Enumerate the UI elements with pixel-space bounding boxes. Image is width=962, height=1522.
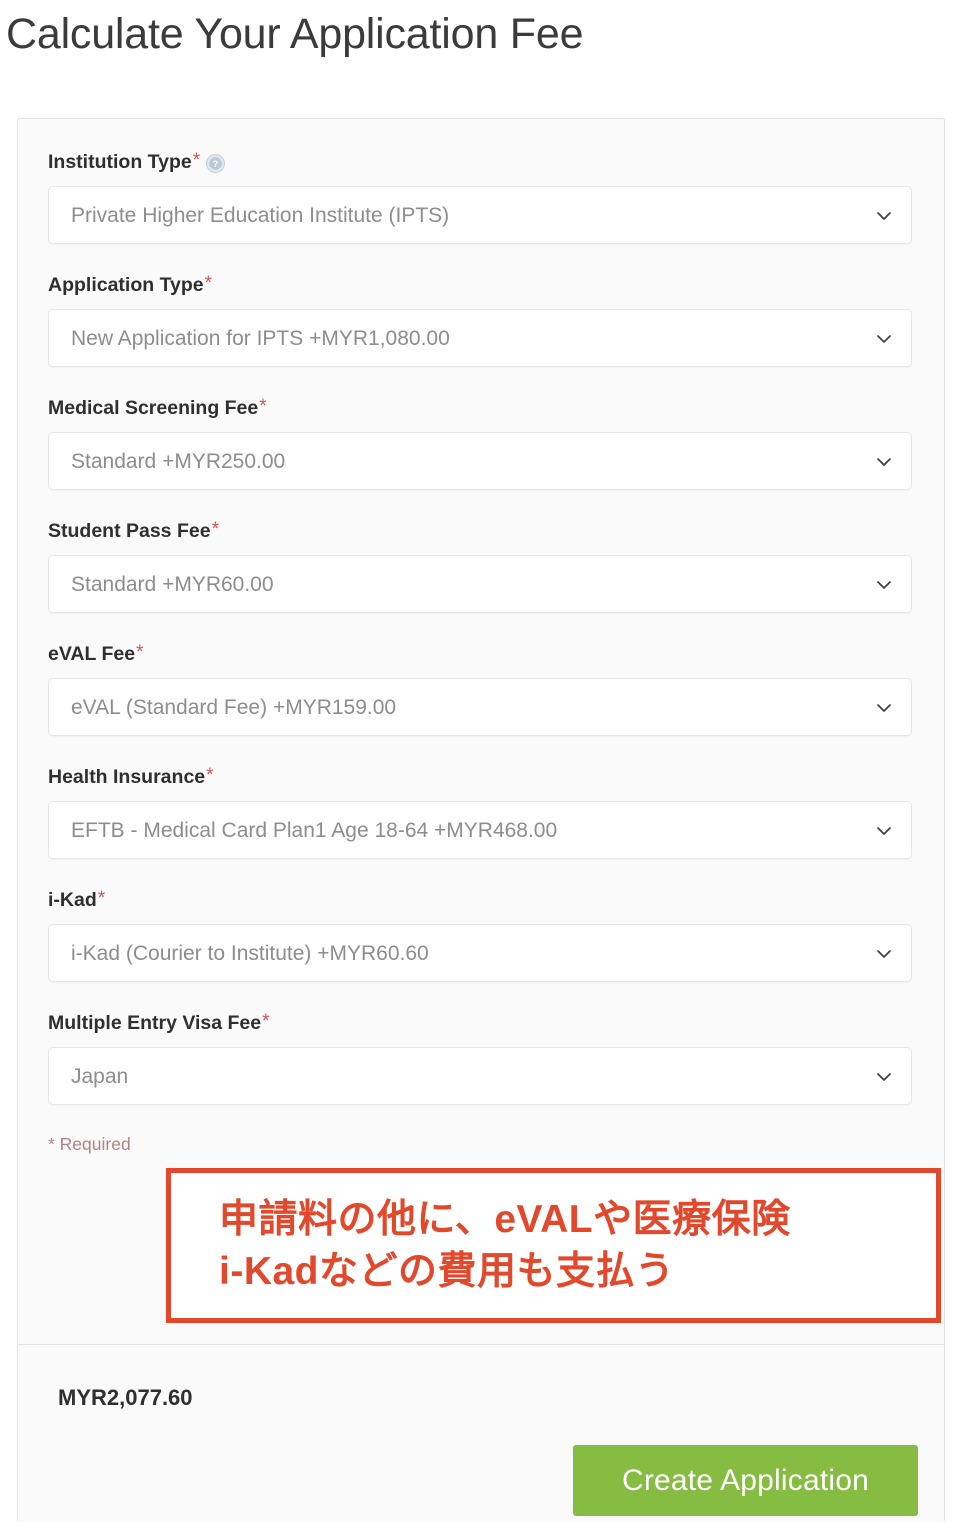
select-medical-screening-fee[interactable]: Standard +MYR250.00 <box>48 432 912 490</box>
annotation-line-2: i-Kadなどの費用も支払う <box>219 1249 675 1293</box>
svg-text:?: ? <box>213 159 219 169</box>
chevron-down-icon <box>875 576 893 594</box>
chevron-down-icon <box>875 699 893 717</box>
required-asterisk: * <box>206 764 214 786</box>
select-value-institution-type: Private Higher Education Institute (IPTS… <box>71 204 450 227</box>
label-text: eVAL Fee <box>48 643 136 665</box>
label-text: Multiple Entry Visa Fee <box>48 1012 262 1034</box>
label-text: Application Type <box>48 274 204 296</box>
chevron-down-icon <box>875 207 893 225</box>
select-value-i-kad: i-Kad (Courier to Institute) +MYR60.60 <box>71 942 429 965</box>
select-multiple-entry-visa-fee[interactable]: Japan <box>48 1047 912 1105</box>
required-asterisk: * <box>192 149 201 171</box>
select-application-type[interactable]: New Application for IPTS +MYR1,080.00 <box>48 309 912 367</box>
select-value-multiple-entry-visa-fee: Japan <box>71 1065 129 1088</box>
label-text: Health Insurance <box>48 766 206 788</box>
chevron-down-icon <box>875 1068 893 1086</box>
required-asterisk: * <box>204 272 213 294</box>
select-value-student-pass-fee: Standard +MYR60.00 <box>71 573 274 596</box>
field-application-type: Application Type * New Application for IP… <box>48 272 914 367</box>
label-text: Institution Type <box>48 151 192 173</box>
annotation-callout-box: 申請料の他に、eVALや医療保険 i-Kadなどの費用も支払う <box>166 1168 941 1323</box>
field-eval-fee: eVAL Fee * eVAL (Standard Fee) +MYR159.00 <box>48 641 914 736</box>
select-eval-fee[interactable]: eVAL (Standard Fee) +MYR159.00 <box>48 678 912 736</box>
page-title: Calculate Your Application Fee <box>6 10 584 58</box>
select-student-pass-fee[interactable]: Standard +MYR60.00 <box>48 555 912 613</box>
select-i-kad[interactable]: i-Kad (Courier to Institute) +MYR60.60 <box>48 924 912 982</box>
required-asterisk: * <box>259 395 267 417</box>
label-health-insurance: Health Insurance * <box>48 764 914 790</box>
required-asterisk: * <box>211 518 219 540</box>
field-institution-type: Institution Type * ? Private Higher Educa… <box>48 149 914 244</box>
label-student-pass-fee: Student Pass Fee * <box>48 518 914 544</box>
label-application-type: Application Type * <box>48 272 914 298</box>
chevron-down-icon <box>875 453 893 471</box>
required-asterisk: * <box>262 1010 270 1032</box>
label-multiple-entry-visa-fee: Multiple Entry Visa Fee * <box>48 1010 914 1036</box>
required-note: * Required <box>48 1134 131 1154</box>
label-institution-type: Institution Type * ? <box>48 149 914 175</box>
field-medical-screening-fee: Medical Screening Fee * Standard +MYR250.… <box>48 395 914 490</box>
label-text: i-Kad <box>48 889 97 911</box>
label-medical-screening-fee: Medical Screening Fee * <box>48 395 914 421</box>
question-mark-help-icon[interactable]: ? <box>206 153 226 173</box>
select-health-insurance[interactable]: EFTB - Medical Card Plan1 Age 18-64 +MYR… <box>48 801 912 859</box>
select-value-application-type: New Application for IPTS +MYR1,080.00 <box>71 327 450 350</box>
label-text: Medical Screening Fee <box>48 397 259 419</box>
field-health-insurance: Health Insurance * EFTB - Medical Card Pl… <box>48 764 914 859</box>
select-value-medical-screening-fee: Standard +MYR250.00 <box>71 450 286 473</box>
annotation-line-1: 申請料の他に、eVALや医療保険 <box>219 1197 791 1241</box>
chevron-down-icon <box>875 822 893 840</box>
fee-form-body: Institution Type * ? Private Higher Educa… <box>18 119 944 1345</box>
fee-summary-footer: MYR2,077.60 Create Application <box>18 1344 944 1522</box>
required-asterisk: * <box>97 887 106 909</box>
total-fee-amount: MYR2,077.60 <box>58 1385 193 1410</box>
field-multiple-entry-visa-fee: Multiple Entry Visa Fee * Japan <box>48 1010 914 1105</box>
chevron-down-icon <box>875 330 893 348</box>
label-text: Student Pass Fee <box>48 520 211 542</box>
required-asterisk: * <box>136 641 144 663</box>
create-application-button[interactable]: Create Application <box>573 1445 918 1516</box>
field-student-pass-fee: Student Pass Fee * Standard +MYR60.00 <box>48 518 914 613</box>
select-institution-type[interactable]: Private Higher Education Institute (IPTS… <box>48 186 912 244</box>
fee-calculator-card: Institution Type * ? Private Higher Educa… <box>17 118 945 1522</box>
application-fee-calculator-page: Calculate Your Application Fee Instituti… <box>0 0 962 1522</box>
select-value-eval-fee: eVAL (Standard Fee) +MYR159.00 <box>71 696 397 719</box>
label-i-kad: i-Kad * <box>48 887 914 913</box>
field-i-kad: i-Kad * i-Kad (Courier to Institute) +MYR… <box>48 887 914 982</box>
label-eval-fee: eVAL Fee * <box>48 641 914 667</box>
select-value-health-insurance: EFTB - Medical Card Plan1 Age 18-64 +MYR… <box>71 819 558 842</box>
chevron-down-icon <box>875 945 893 963</box>
